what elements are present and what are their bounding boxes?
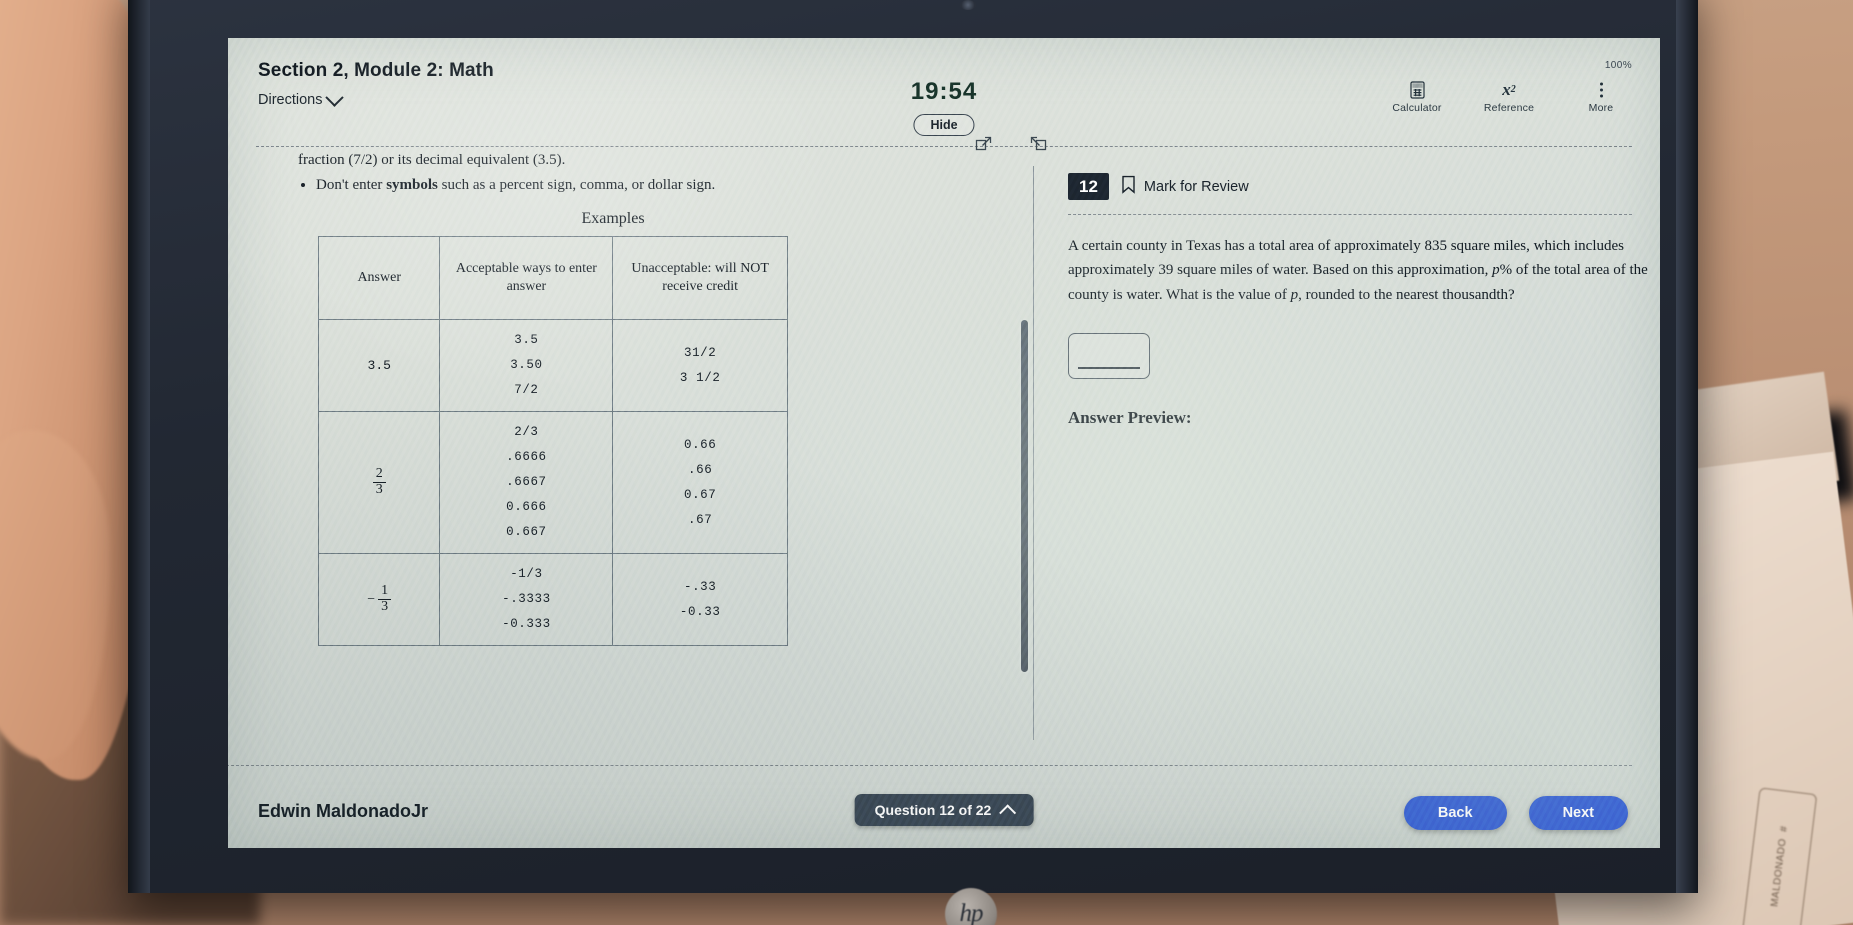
minus-sign: − [367,591,376,607]
paper-handwriting: MALDONADO # [1741,787,1818,925]
laptop-screen: Section 2, Module 2: Math Directions 19:… [228,38,1660,848]
acceptable-entry: -.3333 [502,592,551,606]
acceptable-entry: 0.667 [506,525,547,539]
fraction-denominator: 3 [381,599,389,614]
fraction-two-thirds: 2 3 [372,466,386,497]
acceptable-entry: 7/2 [514,383,539,397]
cell-unacceptable: -.33 -0.33 [612,553,788,646]
acceptable-entry: 0.666 [506,500,547,514]
table-header-row: Answer Acceptable ways to enter answer U… [317,236,788,320]
fraction-denominator: 3 [375,481,383,497]
expand-right-panel-icon[interactable] [1028,134,1050,156]
question-variable-p: p [1492,262,1500,279]
reference-button[interactable]: x2 Reference [1478,79,1540,115]
answer-input-underline [1078,367,1140,369]
student-name: Edwin MaldonadoJr [258,801,429,821]
panel-resize-handle[interactable] [1021,320,1028,672]
calculator-button[interactable]: Calculator [1386,80,1448,114]
more-vertical-dots-icon [1599,80,1604,99]
question-variable-p-2: p [1290,286,1299,303]
cell-acceptable: 3.5 3.50 7/2 [439,319,614,412]
acceptable-entry: 2/3 [514,425,539,439]
toolbar: Calculator x2 Reference More [1386,79,1632,115]
zoom-level-indicator: 100% [1604,60,1632,71]
navigation-buttons: Back Next [1403,796,1628,830]
examples-caption: Examples [581,210,645,227]
mark-for-review-button[interactable]: Mark for Review [1121,175,1249,198]
table-row: 3.5 3.5 3.50 7/2 31/2 3 1/2 [317,319,788,412]
unacceptable-entry: 0.66 [683,437,717,452]
list-item: Don't enter symbols such as a percent si… [316,175,858,197]
unacceptable-entry: 3 1/2 [679,370,721,385]
fraction-body: 1 3 [378,584,392,614]
cell-unacceptable: 31/2 3 1/2 [612,319,788,412]
cell-unacceptable: 0.66 .66 0.67 .67 [612,411,788,554]
more-button[interactable]: More [1570,80,1632,114]
unacceptable-entry: -0.33 [679,604,721,619]
photograph-of-laptop-screen: MALDONADO # hp Section 2, Module 2: Math… [0,0,1853,925]
webcam-icon [960,0,976,10]
acceptable-entry: .6666 [506,450,547,464]
fraction-numerator: 2 [372,466,386,483]
acceptable-entry: -1/3 [510,567,543,581]
answer-preview-label: Answer Preview: [1068,408,1192,427]
laptop-bezel-left [128,0,150,893]
question-number-badge: 12 [1068,173,1109,201]
calculator-label: Calculator [1392,102,1442,114]
bullet-bold-text: symbols [386,176,438,193]
panel-divider [1033,166,1035,740]
directions-bullet-list: Don't enter symbols such as a percent si… [298,175,858,197]
fraction-negative-one-third: − 1 3 [367,584,392,614]
fraction-numerator: 1 [378,584,392,600]
directions-continued-line: fraction (7/2) or its decimal equivalent… [298,152,566,168]
more-label: More [1588,102,1614,114]
question-text-part-3: , rounded to the nearest thousandth? [1298,286,1515,303]
column-header-unacceptable: Unacceptable: will NOT receive credit [612,236,788,320]
question-header: 12 Mark for Review [1068,173,1249,201]
back-button[interactable]: Back [1403,796,1507,830]
footer-divider [228,765,1632,766]
unacceptable-entry: .66 [688,462,713,477]
question-divider [1068,214,1632,215]
table-row: 2 3 2/3 .6666 .6667 0.666 0.667 0.66 .66… [317,411,788,554]
question-navigator-button[interactable]: Question 12 of 22 [854,794,1034,826]
unacceptable-entry: 31/2 [683,345,717,360]
cell-answer: 2 3 [317,411,441,554]
question-navigator-label: Question 12 of 22 [874,802,992,818]
chevron-up-icon [998,804,1016,822]
bullet-pre-text: Don't enter [316,176,387,193]
acceptable-entry: -0.333 [502,617,551,631]
cell-answer: − 1 3 [317,553,441,646]
bookmark-icon [1121,175,1136,198]
unacceptable-entry: .67 [688,512,713,527]
directions-content: fraction (7/2) or its decimal equivalent… [298,150,858,197]
next-button[interactable]: Next [1528,796,1628,830]
header-divider [256,146,1632,147]
cell-answer: 3.5 [317,319,441,412]
bullet-post-text: such as a percent sign, comma, or dollar… [437,176,716,193]
examples-table: Answer Acceptable ways to enter answer U… [317,236,788,646]
answer-input[interactable] [1068,333,1150,379]
column-header-answer: Answer [317,236,441,320]
reference-label: Reference [1483,102,1535,114]
expand-left-panel-icon[interactable] [974,134,996,156]
test-application: Section 2, Module 2: Math Directions 19:… [228,38,1660,848]
cell-acceptable: -1/3 -.3333 -0.333 [439,553,614,646]
unacceptable-entry: 0.67 [683,487,717,502]
column-header-acceptable: Acceptable ways to enter answer [439,236,614,320]
hide-timer-button[interactable]: Hide [913,114,975,136]
question-body: A certain county in Texas has a total ar… [1068,234,1660,307]
calculator-icon [1409,80,1425,99]
cell-acceptable: 2/3 .6666 .6667 0.666 0.667 [439,411,614,554]
laptop-bezel-right [1676,0,1698,893]
acceptable-entry: 3.50 [510,358,543,372]
acceptable-entry: .6667 [506,475,547,489]
reference-x-squared-icon: x2 [1502,79,1516,99]
unacceptable-entry: -.33 [683,579,717,594]
mark-for-review-label: Mark for Review [1143,178,1249,195]
acceptable-entry: 3.5 [514,333,539,347]
table-row: − 1 3 -1/3 -.3333 -0.333 -.33 -0.33 [317,553,788,646]
